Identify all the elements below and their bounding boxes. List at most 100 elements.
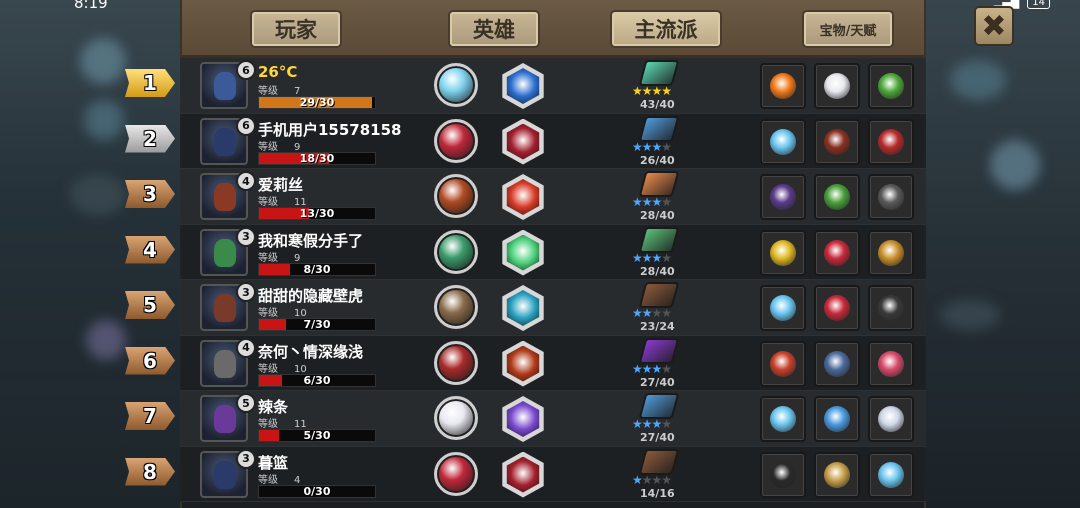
treasure-slot-2[interactable] xyxy=(814,229,860,276)
rank-badge: 6 xyxy=(125,346,175,375)
star-icon: ★ xyxy=(661,306,672,320)
talent-book-icon[interactable] xyxy=(638,226,680,253)
treasure-slot-3[interactable] xyxy=(868,229,914,276)
tab-treasure-talent[interactable]: 宝物/天赋 xyxy=(802,10,894,48)
treasure-slot-2[interactable] xyxy=(814,451,860,498)
treasure-icon xyxy=(824,239,850,266)
skill-orb-icon[interactable] xyxy=(434,396,478,440)
tab-heroes[interactable]: 英雄 xyxy=(448,10,540,48)
skill-hex-icon[interactable] xyxy=(502,340,544,387)
hero-avatar[interactable]: 4 xyxy=(200,337,256,387)
treasure-slot-3[interactable] xyxy=(868,63,914,109)
skill-orb-icon[interactable] xyxy=(434,229,478,274)
hero-portrait-icon xyxy=(214,183,236,211)
player-name: 我和寒假分手了 xyxy=(258,231,364,250)
hero-avatar[interactable]: 3 xyxy=(200,448,256,498)
rank-badge: 8 xyxy=(125,457,175,486)
treasure-slot-1[interactable] xyxy=(760,396,806,442)
treasure-slot-1[interactable] xyxy=(760,451,806,498)
skill-hex-icon[interactable] xyxy=(502,396,544,442)
player-row[interactable]: 3 4 爱莉丝 等级 11 13/30 ★★★★ 28/40 xyxy=(125,169,926,225)
treasure-slot-2[interactable] xyxy=(814,285,860,331)
tab-players[interactable]: 玩家 xyxy=(250,10,342,48)
skill-orb-icon[interactable] xyxy=(434,285,478,329)
star-icon: ★ xyxy=(641,250,653,265)
close-button[interactable]: ✖ xyxy=(974,6,1014,46)
treasure-slot-2[interactable] xyxy=(814,63,860,109)
star-icon: ★ xyxy=(651,195,663,209)
player-row[interactable]: 8 3 暮篮 等级 4 0/30 ★★★★ 14/16 xyxy=(125,446,926,502)
rank-badge: 2 xyxy=(125,124,175,153)
talent-book-icon[interactable] xyxy=(638,337,680,364)
skill-orb-icon[interactable] xyxy=(434,174,478,218)
treasure-slot-1[interactable] xyxy=(760,174,806,220)
treasure-slot-3[interactable] xyxy=(868,340,914,387)
treasure-slot-1[interactable] xyxy=(760,63,806,109)
hero-avatar[interactable]: 6 xyxy=(200,60,256,109)
player-name: 暮篮 xyxy=(258,453,289,472)
treasure-icon xyxy=(878,73,904,99)
treasure-slot-2[interactable] xyxy=(814,118,860,165)
skill-hex-icon[interactable] xyxy=(502,63,544,109)
tab-bar: 玩家 英雄 主流派 宝物/天赋 xyxy=(182,0,924,58)
treasure-slot-2[interactable] xyxy=(814,174,860,220)
treasure-icon xyxy=(770,461,796,488)
treasure-slot-2[interactable] xyxy=(814,396,860,442)
xp-text: 5/30 xyxy=(303,429,331,442)
player-row[interactable]: 1 6 26°C 等级 7 29/30 ★★★★ 43/40 xyxy=(125,58,926,114)
player-row[interactable]: 6 4 奈何丶情深缘浅 等级 10 6/30 ★★★★ 27/40 xyxy=(125,335,926,391)
talent-book-icon[interactable] xyxy=(638,393,680,419)
hero-avatar[interactable]: 4 xyxy=(200,171,256,220)
hero-avatar[interactable]: 3 xyxy=(200,226,256,276)
treasure-slot-1[interactable] xyxy=(760,229,806,276)
skill-hex-icon[interactable] xyxy=(502,451,544,498)
treasure-icon xyxy=(824,406,850,432)
talent-book-icon[interactable] xyxy=(638,448,680,475)
tab-mainstream[interactable]: 主流派 xyxy=(610,10,722,48)
skill-hex-icon[interactable] xyxy=(502,174,544,220)
hero-avatar[interactable]: 3 xyxy=(200,282,256,331)
player-name: 爱莉丝 xyxy=(258,176,304,194)
treasure-slot-3[interactable] xyxy=(868,285,914,331)
hero-portrait-icon xyxy=(214,349,236,378)
talent-book-icon[interactable] xyxy=(638,171,680,197)
talent-book-icon[interactable] xyxy=(638,282,680,308)
treasure-slot-3[interactable] xyxy=(868,118,914,165)
treasure-slot-1[interactable] xyxy=(760,118,806,165)
skill-orb-icon[interactable] xyxy=(434,451,478,496)
treasure-slot-1[interactable] xyxy=(760,285,806,331)
treasure-icon xyxy=(770,295,796,321)
player-row[interactable]: 4 3 我和寒假分手了 等级 9 8/30 ★★★★ 28/40 xyxy=(125,224,926,280)
treasure-slot-3[interactable] xyxy=(868,451,914,498)
xp-text: 29/30 xyxy=(299,96,335,109)
player-row[interactable]: 2 6 手机用户15578158 等级 9 18/30 ★★★★ 26/40 xyxy=(125,113,926,169)
skill-orb-icon[interactable] xyxy=(434,118,478,163)
treasure-slot-2[interactable] xyxy=(814,340,860,387)
hero-portrait-icon xyxy=(214,72,236,100)
skill-orb-icon[interactable] xyxy=(434,63,478,107)
skill-hex-icon[interactable] xyxy=(502,229,544,276)
battery-icon: 14 xyxy=(1027,0,1050,9)
star-icon: ★ xyxy=(661,361,672,376)
star-icon: ★ xyxy=(651,250,663,265)
treasure-slot-3[interactable] xyxy=(868,396,914,442)
star-icon: ★ xyxy=(641,195,653,209)
skill-hex-icon[interactable] xyxy=(502,118,544,165)
rank-badge: 1 xyxy=(125,69,175,97)
skill-hex-icon[interactable] xyxy=(502,285,544,331)
hero-avatar[interactable]: 6 xyxy=(200,115,256,165)
hero-level-badge: 3 xyxy=(236,448,256,469)
hero-avatar[interactable]: 5 xyxy=(200,393,256,442)
player-row[interactable]: 5 3 甜甜的隐藏壁虎 等级 10 7/30 ★★★★ 23/24 xyxy=(125,280,926,336)
star-icon: ★ xyxy=(641,472,653,487)
treasure-slot-3[interactable] xyxy=(868,174,914,220)
player-row[interactable]: 7 5 辣条 等级 11 5/30 ★★★★ 27/40 xyxy=(125,391,926,447)
rank-badge: 4 xyxy=(125,235,175,264)
talent-stars: ★★★★ xyxy=(632,139,672,154)
treasure-slot-1[interactable] xyxy=(760,340,806,387)
talent-book-icon[interactable] xyxy=(638,60,680,86)
hero-portrait-icon xyxy=(214,405,236,433)
skill-orb-icon[interactable] xyxy=(434,340,478,385)
star-icon: ★ xyxy=(661,139,672,154)
talent-book-icon[interactable] xyxy=(638,115,680,142)
